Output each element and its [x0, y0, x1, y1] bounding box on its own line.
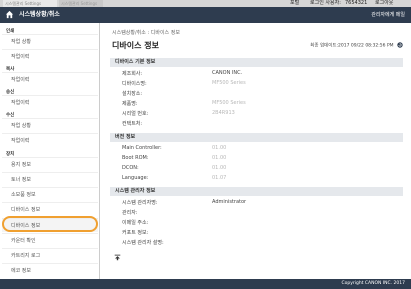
browser-tab-inactive[interactable]: 시스템관리 Settings [59, 0, 103, 7]
row-dcon-value: 01.00 [212, 165, 227, 171]
browser-tab-active[interactable]: 시스템관리 Settings [3, 0, 57, 7]
copyright: Copyright CANON INC. 2017 [341, 281, 406, 286]
sidebar-item-copy-log[interactable]: 작업이력 [2, 72, 98, 86]
row-product-name-label: 제품명: [122, 101, 138, 107]
row-device-name-value: MF500 Series [212, 80, 246, 86]
main-content: 시스템상황/취소 : 디바이스 정보 디바이스 정보 최종 업데이트:2017 … [104, 23, 411, 279]
page-title: 디바이스 정보 [112, 41, 159, 50]
sidebar-item-device-info[interactable]: 디바이스 정보 [2, 218, 98, 232]
row-language-value: 01.07 [212, 175, 227, 181]
home-icon[interactable] [5, 10, 14, 19]
sidebar-item-consumables-info[interactable]: 소모품 정보 [2, 187, 98, 201]
last-updated-text: 최종 업데이트:2017 09/22 08:32:56 PM [310, 43, 394, 49]
row-device-name-label: 디바이스명: [122, 81, 147, 87]
breadcrumb: 시스템상황/취소 : 디바이스 정보 [112, 30, 180, 36]
mail-admin-link[interactable]: 관리자에게 메일 [371, 7, 405, 23]
row-contact-label: 컨택트처: [122, 121, 143, 127]
section-version-info: 버전 정보 [110, 133, 403, 142]
row-location-label: 설치장소: [122, 91, 143, 97]
sidebar-item-send-log[interactable]: 작업이력 [2, 95, 98, 109]
refresh-icon[interactable] [397, 42, 403, 48]
sidebar-item-print-log[interactable]: 작업이력 [2, 49, 98, 63]
row-manufacturer-label: 제조회사: [122, 71, 143, 77]
logout-link[interactable]: 로그아웃 [375, 0, 393, 7]
row-admin-name-value: Administrator [212, 199, 247, 205]
row-product-name-value: MF500 Series [212, 100, 246, 106]
row-boot-rom-value: 01.00 [212, 155, 227, 161]
app-header: 시스템상황/취소 관리자에게 메일 [0, 7, 411, 23]
row-email-label: 이메일 주소: [122, 220, 149, 226]
section-device-basic: 디바이스 기본 정보 [110, 58, 403, 67]
row-admin-name-label: 시스템 관리자명: [122, 200, 158, 206]
sidebar-item-counter-check[interactable]: 카운터 확인 [2, 233, 98, 247]
portal-link[interactable]: 포털 [290, 0, 299, 7]
sidebar-item-device-config[interactable]: 디바이스 정보 [2, 202, 98, 216]
sidebar-item-eco-info[interactable]: 에코 정보 [2, 263, 98, 277]
app-footer: Copyright CANON INC. 2017 [0, 279, 411, 289]
scroll-top-icon[interactable] [114, 254, 121, 261]
row-serial-label: 시리얼 번호: [122, 111, 149, 117]
row-main-controller-value: 01.00 [212, 145, 227, 151]
sidebar-item-receive-log[interactable]: 작업이력 [2, 133, 98, 147]
section-admin-info: 시스템 관리자 정보 [110, 187, 403, 196]
row-admin-desc-label: 시스템 관리자 설명: [122, 240, 164, 246]
row-support-label: 커포트 정보: [122, 230, 149, 236]
sidebar-item-cartridge-log[interactable]: 카트리지 로그 [2, 248, 98, 262]
row-main-controller-label: Main Controller: [122, 145, 162, 151]
sidebar-item-receive-status[interactable]: 작업 상황 [2, 118, 98, 132]
browser-titlebar: 시스템관리 Settings 시스템관리 Settings 포털 로그인 사용자… [0, 0, 411, 7]
sidebar: 인쇄 작업 상황 작업이력 복사 작업이력 송신 작업이력 수신 작업 상황 작… [0, 23, 100, 279]
header-title: 시스템상황/취소 [19, 11, 60, 18]
row-manager-label: 관리자: [122, 210, 138, 216]
row-language-label: Language: [122, 175, 149, 181]
row-dcon-label: DCON: [122, 165, 139, 171]
row-boot-rom-label: Boot ROM: [122, 155, 149, 161]
sidebar-item-paper-info[interactable]: 용지 정보 [2, 157, 98, 171]
sidebar-item-print-status[interactable]: 작업 상황 [2, 34, 98, 48]
login-user-label: 로그인 사용자: [310, 0, 341, 6]
row-serial-value: 2B4R913 [212, 110, 235, 116]
login-user-id: 7654321 [345, 0, 368, 6]
last-updated: 최종 업데이트:2017 09/22 08:32:56 PM [310, 42, 403, 49]
row-manufacturer-value: CANON INC. [212, 70, 243, 76]
sidebar-item-toner-info[interactable]: 토너 정보 [2, 172, 98, 186]
